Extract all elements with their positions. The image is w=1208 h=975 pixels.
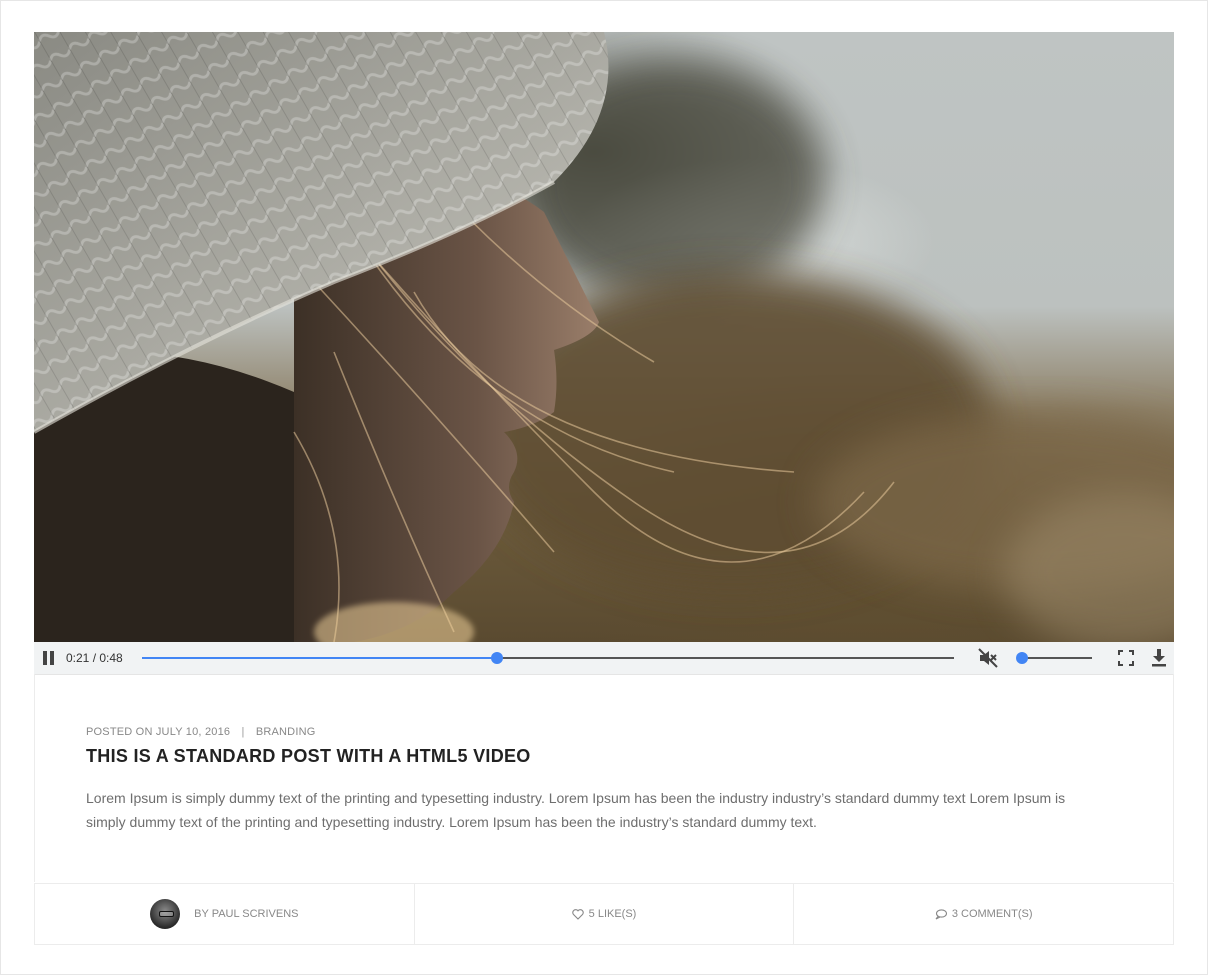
likes-cell[interactable]: 5 LIKE(S) xyxy=(413,884,794,944)
seek-progress xyxy=(142,657,498,659)
fullscreen-icon[interactable] xyxy=(1118,650,1134,666)
post-footer: BY PAUL SCRIVENS 5 LIKE(S) 3 COMMENT(S) xyxy=(34,883,1174,945)
blog-post-card: 0:21 / 0:48 POSTED ON JULY 10, 2016 | BR… xyxy=(34,32,1174,945)
category-link[interactable]: BRANDING xyxy=(256,726,316,738)
comment-icon xyxy=(935,908,947,920)
author-cell[interactable]: BY PAUL SCRIVENS xyxy=(35,884,414,944)
mute-icon[interactable] xyxy=(978,648,998,668)
time-display: 0:21 / 0:48 xyxy=(66,651,123,665)
volume-slider[interactable] xyxy=(1016,652,1092,664)
post-excerpt: Lorem Ipsum is simply dummy text of the … xyxy=(86,790,1066,830)
heart-icon xyxy=(571,908,584,920)
comments-count[interactable]: 3 COMMENT(S) xyxy=(952,908,1033,920)
download-icon[interactable] xyxy=(1150,648,1168,668)
author-name[interactable]: BY PAUL SCRIVENS xyxy=(194,908,298,920)
avatar xyxy=(150,899,181,929)
post-title[interactable]: THIS IS A STANDARD POST WITH A HTML5 VID… xyxy=(86,746,531,767)
seek-bar[interactable] xyxy=(142,652,954,664)
meta-separator: | xyxy=(241,726,245,738)
comments-cell[interactable]: 3 COMMENT(S) xyxy=(793,884,1173,944)
volume-thumb[interactable] xyxy=(1016,652,1028,664)
pause-button[interactable] xyxy=(42,651,56,665)
post-date[interactable]: JULY 10, 2016 xyxy=(156,726,230,738)
video-controls: 0:21 / 0:48 xyxy=(34,642,1174,675)
video-player[interactable] xyxy=(34,32,1174,642)
post-content: POSTED ON JULY 10, 2016 | BRANDING THIS … xyxy=(34,674,1174,882)
likes-count[interactable]: 5 LIKE(S) xyxy=(589,908,637,920)
video-frame-image xyxy=(34,32,1174,642)
post-meta: POSTED ON JULY 10, 2016 | BRANDING xyxy=(86,726,315,738)
meta-prefix: POSTED ON xyxy=(86,726,153,738)
seek-thumb[interactable] xyxy=(491,652,504,664)
